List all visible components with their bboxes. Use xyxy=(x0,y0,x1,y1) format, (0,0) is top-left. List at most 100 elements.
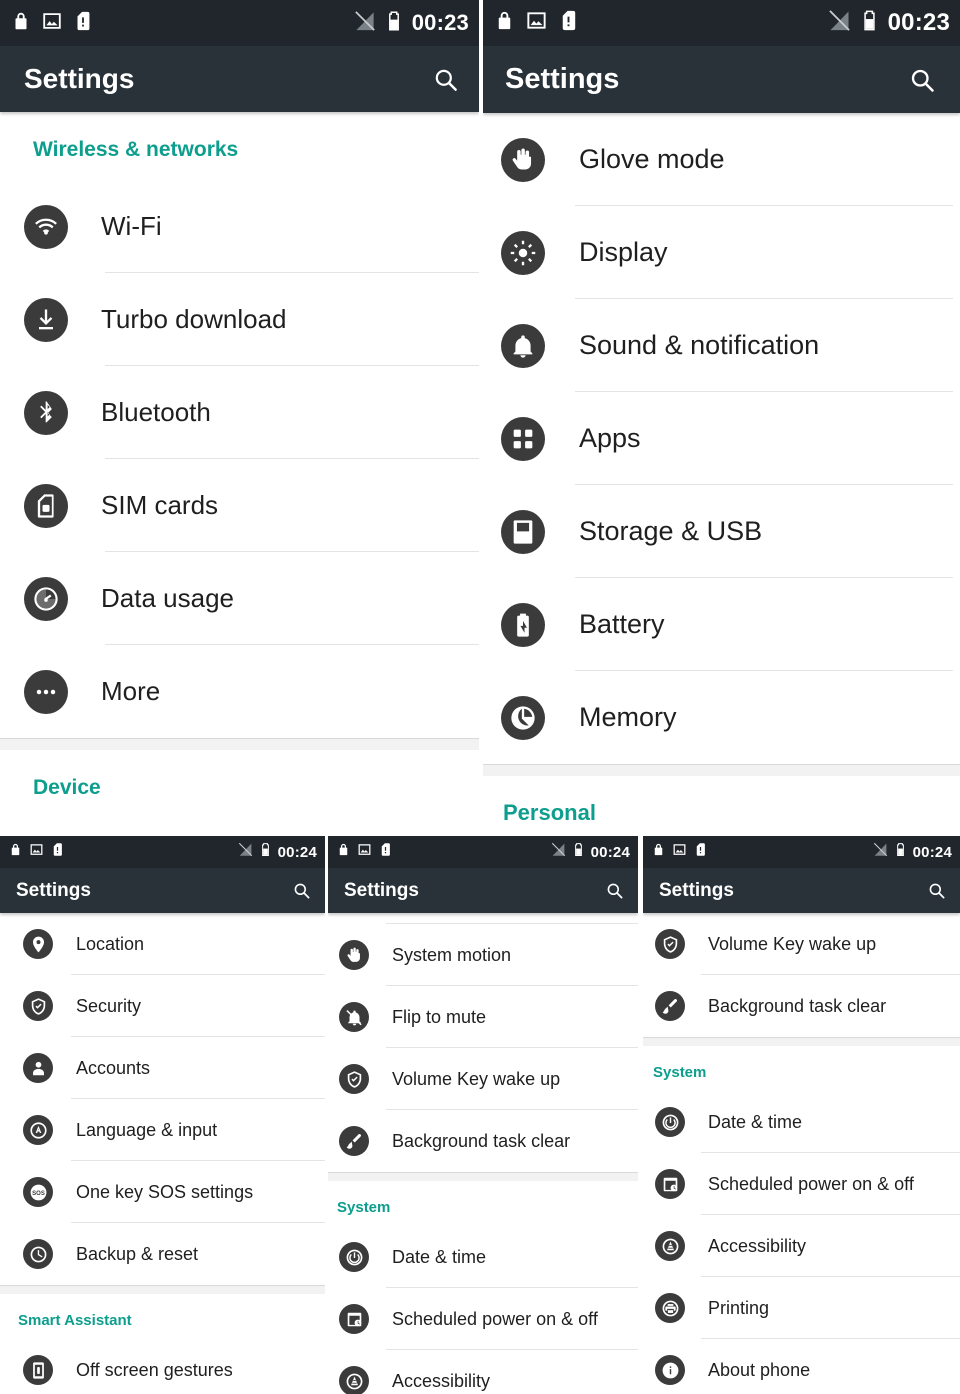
signal-off-icon xyxy=(828,9,851,37)
status-bar-left-icons xyxy=(651,842,708,862)
power-icon xyxy=(655,1107,685,1137)
app-bar: Settings xyxy=(0,868,325,913)
list-item[interactable]: Wi-Fi xyxy=(0,180,479,273)
list-item[interactable]: Background task clear xyxy=(328,1110,638,1172)
list-item[interactable]: Memory xyxy=(483,671,960,764)
list-item[interactable]: Scheduled power on & off xyxy=(328,1288,638,1350)
list-item[interactable]: System motion xyxy=(328,924,638,986)
list-item-label: Printing xyxy=(708,1297,770,1318)
list-item[interactable]: Volume Key wake up xyxy=(328,1048,638,1110)
lock-icon xyxy=(10,10,32,37)
accessibility-icon xyxy=(655,1231,685,1261)
list-item-label: Accessibility xyxy=(708,1235,807,1256)
image-icon xyxy=(672,842,687,862)
list-item[interactable]: Printing xyxy=(643,1277,960,1339)
search-icon[interactable] xyxy=(908,66,936,94)
list-item[interactable]: Security xyxy=(0,975,325,1037)
sim-card-alert-icon xyxy=(693,842,708,862)
list-item[interactable]: Backup & reset xyxy=(0,1223,325,1285)
list-item[interactable]: Accounts xyxy=(0,1037,325,1099)
list-item[interactable]: Background task clear xyxy=(643,975,960,1037)
battery-icon xyxy=(893,842,908,862)
status-bar-left-icons xyxy=(336,842,393,862)
app-bar: Settings xyxy=(328,868,638,913)
list-item[interactable]: Accessibility xyxy=(328,1350,638,1394)
screenshot-root: 00:23 Settings Wireless & networks Wi-Fi Tur… xyxy=(0,0,960,1394)
page-title: Settings xyxy=(344,879,419,901)
search-icon[interactable] xyxy=(927,881,946,900)
brush-icon xyxy=(655,991,685,1021)
list-item-label: Flip to mute xyxy=(392,1006,487,1027)
list-item[interactable]: Date & time xyxy=(328,1226,638,1288)
shield-icon xyxy=(23,991,53,1021)
list-item[interactable]: Display xyxy=(483,206,960,299)
status-bar: 00:23 xyxy=(483,0,960,46)
list-item-label: About phone xyxy=(708,1359,811,1380)
status-bar-right-icons: 00:23 xyxy=(354,10,469,37)
signal-off-icon xyxy=(873,842,888,862)
list-item[interactable]: Date & time xyxy=(643,1091,960,1153)
list-item[interactable]: More xyxy=(0,645,479,738)
status-bar-right-icons: 00:23 xyxy=(828,9,950,37)
section-header: Device xyxy=(33,776,101,799)
status-bar: 00:24 xyxy=(328,836,638,868)
list-item[interactable]: Apps xyxy=(483,392,960,485)
list-item[interactable]: Location xyxy=(0,913,325,975)
list-item-label: Wi-Fi xyxy=(101,211,162,241)
section-divider xyxy=(0,738,479,750)
list-item[interactable]: Bluetooth xyxy=(0,366,479,459)
list-item-label: Sound & notification xyxy=(579,330,820,360)
search-icon[interactable] xyxy=(292,881,311,900)
brightness-icon xyxy=(501,230,545,275)
phone-screen-4: 00:24 Settings System motion Flip to mute Vo… xyxy=(328,836,638,1394)
power-icon xyxy=(339,1242,369,1272)
battery-full-icon xyxy=(501,602,545,647)
person-icon xyxy=(23,1053,53,1083)
search-icon[interactable] xyxy=(432,66,459,93)
list-item-label: Display xyxy=(579,237,668,267)
list-item[interactable]: Turbo download xyxy=(0,273,479,366)
list-item[interactable]: SOS One key SOS settings xyxy=(0,1161,325,1223)
signal-off-icon xyxy=(238,842,253,862)
list-item[interactable]: Sound & notification xyxy=(483,299,960,392)
battery-icon xyxy=(858,9,881,37)
list-item[interactable]: Scheduled power on & off xyxy=(643,1153,960,1215)
list-item-label: System motion xyxy=(392,944,512,965)
phone-screen-5: 00:24 Settings Volume Key wake up Backgroun… xyxy=(643,836,960,1394)
section-header: System xyxy=(337,1199,391,1216)
list-item[interactable]: Glove mode xyxy=(483,113,960,206)
bell-icon xyxy=(501,323,545,368)
signal-off-icon xyxy=(354,10,376,37)
list-item-label: Apps xyxy=(579,423,641,453)
glove-icon xyxy=(501,137,545,182)
list-item-label: One key SOS settings xyxy=(76,1181,254,1202)
section-divider xyxy=(643,1037,960,1046)
svg-text:SOS: SOS xyxy=(32,1191,45,1197)
status-bar-clock: 00:23 xyxy=(887,9,950,36)
phone-screen-3: 00:24 Settings Location Security Accounts Lan… xyxy=(0,836,325,1394)
list-item-label: Location xyxy=(76,933,145,954)
list-item[interactable]: Data usage xyxy=(0,552,479,645)
page-title: Settings xyxy=(16,879,91,901)
page-title: Settings xyxy=(505,63,620,95)
list-item-label: Scheduled power on & off xyxy=(392,1308,598,1329)
lock-icon xyxy=(8,842,23,862)
search-icon[interactable] xyxy=(605,881,624,900)
list-item[interactable]: Storage & USB xyxy=(483,485,960,578)
sim-card-alert-icon xyxy=(72,10,94,37)
list-item[interactable]: SIM cards xyxy=(0,459,479,552)
list-item[interactable]: Flip to mute xyxy=(328,986,638,1048)
list-item[interactable]: Language & input xyxy=(0,1099,325,1161)
location-pin-icon xyxy=(23,929,53,959)
list-item[interactable]: Battery xyxy=(483,578,960,671)
section-header: Wireless & networks xyxy=(33,138,239,161)
app-bar: Settings xyxy=(643,868,960,913)
shield-icon xyxy=(655,929,685,959)
list-item[interactable]: Volume Key wake up xyxy=(643,913,960,975)
list-item-label: Bluetooth xyxy=(101,397,211,427)
section-divider xyxy=(483,764,960,776)
page-title: Settings xyxy=(659,879,734,901)
list-item[interactable]: Accessibility xyxy=(643,1215,960,1277)
list-item[interactable]: Off screen gestures xyxy=(0,1339,325,1394)
list-item[interactable]: About phone xyxy=(643,1339,960,1394)
